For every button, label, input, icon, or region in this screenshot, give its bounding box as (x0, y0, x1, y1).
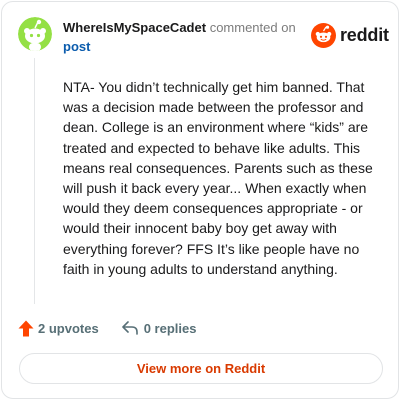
comment-embed-card: WhereIsMySpaceCadet commented on post re… (1, 1, 399, 399)
post-link[interactable]: post (63, 37, 303, 56)
view-more-button[interactable]: View more on Reddit (19, 353, 383, 384)
reddit-logo[interactable]: reddit (311, 22, 389, 48)
commented-on-text: commented on (209, 20, 296, 35)
reply-count: 0 replies (143, 320, 197, 336)
reddit-snoo-icon (311, 22, 336, 48)
upvote-arrow-icon (18, 320, 34, 336)
comment-header: WhereIsMySpaceCadet commented on post (63, 18, 303, 56)
reply-button[interactable]: 0 replies (121, 320, 197, 336)
upvote-count: 2 upvotes (38, 320, 99, 336)
user-avatar[interactable] (18, 17, 52, 51)
snoo-avatar-icon (18, 17, 52, 51)
upvote-button[interactable]: 2 upvotes (18, 320, 99, 337)
reply-arrow-icon (121, 321, 138, 335)
username-link[interactable]: WhereIsMySpaceCadet (63, 20, 206, 35)
comment-body: NTA- You didn’t technically get him bann… (63, 79, 373, 277)
thread-line (34, 58, 35, 304)
reddit-wordmark: reddit (340, 24, 389, 45)
comment-actions: 2 upvotes 0 replies (18, 318, 196, 338)
